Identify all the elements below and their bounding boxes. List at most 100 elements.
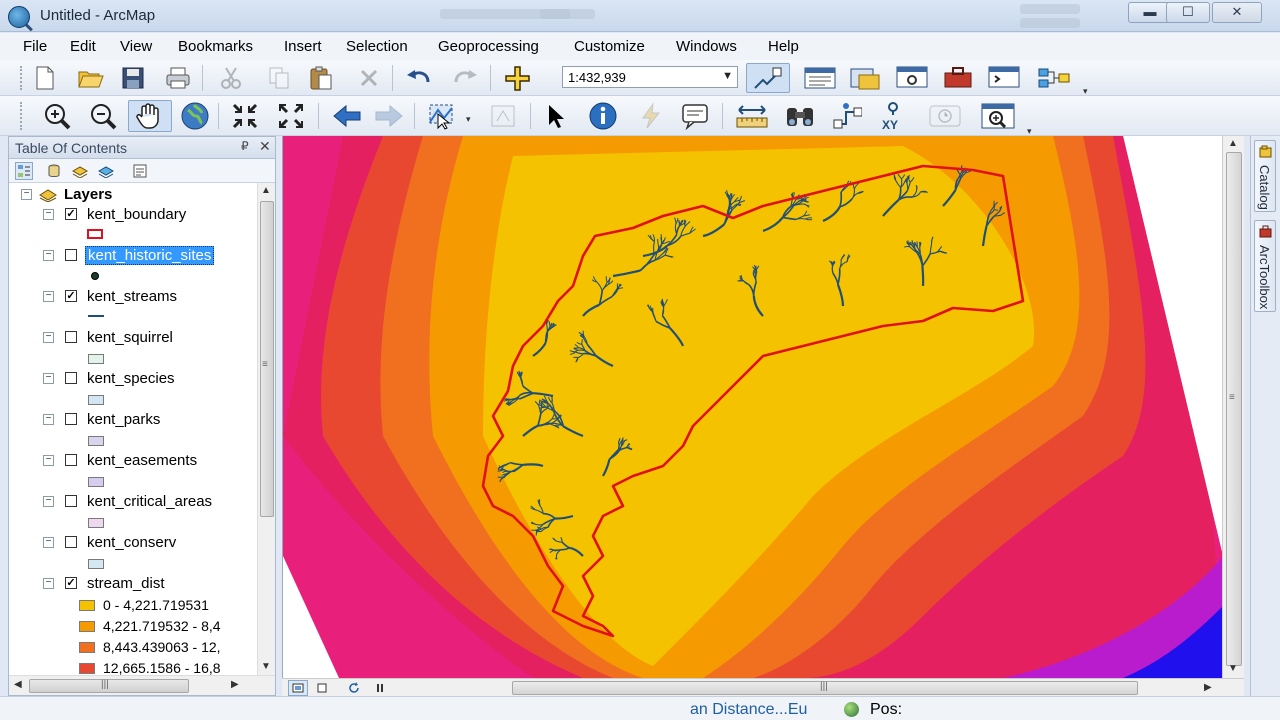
menu-view[interactable]: View	[120, 38, 152, 55]
create-viewer-window-icon[interactable]	[978, 101, 1018, 131]
collapse-icon[interactable]: −	[43, 291, 54, 302]
pause-drawing-icon[interactable]	[370, 680, 390, 696]
layer-visibility-checkbox[interactable]	[65, 536, 77, 548]
previous-extent-arrow-icon[interactable]	[332, 101, 362, 131]
layer-row-kent-historic-sites[interactable]: − kent_historic_sites	[9, 246, 249, 266]
add-data-icon[interactable]	[502, 63, 532, 93]
layer-visibility-checkbox[interactable]: ✓	[65, 290, 77, 302]
scroll-down-icon[interactable]: ▼	[1228, 663, 1238, 674]
kent-species-symbol[interactable]	[88, 395, 104, 405]
copy-icon[interactable]	[264, 63, 294, 93]
layer-visibility-checkbox[interactable]: ✓	[65, 577, 77, 589]
open-folder-icon[interactable]	[76, 63, 106, 93]
print-icon[interactable]	[163, 63, 193, 93]
zoom-out-icon[interactable]	[88, 101, 118, 131]
catalog-tab[interactable]: Catalog	[1254, 140, 1276, 212]
list-by-drawing-order-icon[interactable]	[15, 162, 33, 180]
refresh-icon[interactable]	[344, 680, 364, 696]
layer-row-kent-streams[interactable]: − ✓ kent_streams	[9, 287, 249, 307]
layer-row-kent-boundary[interactable]: − ✓ kent_boundary	[9, 205, 249, 225]
kent-streams-symbol[interactable]	[88, 315, 104, 317]
menu-file[interactable]: File	[23, 38, 47, 55]
hyperlink-lightning-icon[interactable]	[636, 101, 666, 131]
layer-visibility-checkbox[interactable]	[65, 495, 77, 507]
map-canvas[interactable]	[283, 136, 1222, 678]
full-extent-globe-icon[interactable]	[180, 101, 210, 131]
table-of-contents-icon[interactable]	[800, 63, 840, 93]
collapse-icon[interactable]: −	[43, 455, 54, 466]
menu-customize[interactable]: Customize	[574, 38, 645, 55]
toc-vertical-scrollbar[interactable]: ▲ ≡ ▼	[257, 183, 275, 675]
menu-help[interactable]: Help	[768, 38, 799, 55]
select-elements-arrow-icon[interactable]	[540, 101, 570, 131]
layer-row-kent-conserv[interactable]: − kent_conserv	[9, 533, 249, 553]
layer-visibility-checkbox[interactable]	[65, 413, 77, 425]
menu-windows[interactable]: Windows	[676, 38, 737, 55]
list-by-selection-icon[interactable]	[97, 162, 115, 180]
editor-toolbar-icon[interactable]	[746, 63, 790, 93]
toc-options-icon[interactable]	[131, 162, 149, 180]
layer-visibility-checkbox[interactable]	[65, 331, 77, 343]
scroll-right-icon[interactable]: ▶	[1204, 682, 1212, 693]
menu-selection[interactable]: Selection	[346, 38, 408, 55]
search-window-icon[interactable]	[892, 63, 932, 93]
layer-visibility-checkbox[interactable]: ✓	[65, 208, 77, 220]
collapse-icon[interactable]: −	[21, 189, 32, 200]
menu-insert[interactable]: Insert	[284, 38, 322, 55]
collapse-icon[interactable]: −	[43, 537, 54, 548]
collapse-icon[interactable]: −	[43, 414, 54, 425]
close-icon[interactable]: ✕	[259, 138, 271, 155]
collapse-icon[interactable]: −	[43, 209, 54, 220]
data-view-icon[interactable]	[288, 680, 308, 696]
next-extent-arrow-icon[interactable]	[374, 101, 404, 131]
layer-row-kent-squirrel[interactable]: − kent_squirrel	[9, 328, 249, 348]
new-document-icon[interactable]	[30, 63, 60, 93]
arcmap-app-icon[interactable]	[8, 6, 30, 28]
paste-icon[interactable]	[306, 63, 336, 93]
clear-selection-icon[interactable]	[488, 101, 518, 131]
list-by-visibility-icon[interactable]	[71, 162, 89, 180]
fixed-zoom-out-icon[interactable]	[276, 101, 306, 131]
find-binoculars-icon[interactable]	[784, 101, 814, 131]
undo-icon[interactable]	[404, 63, 434, 93]
scroll-down-icon[interactable]: ▼	[261, 661, 271, 672]
layers-root-row[interactable]: − Layers	[9, 185, 249, 205]
kent-historic-sites-symbol[interactable]	[91, 272, 99, 280]
pan-hand-icon[interactable]	[128, 100, 172, 132]
menu-geoprocessing[interactable]: Geoprocessing	[438, 38, 539, 55]
scroll-left-icon[interactable]: ◀	[14, 679, 22, 690]
kent-boundary-symbol[interactable]	[87, 229, 103, 239]
fixed-zoom-in-icon[interactable]	[230, 101, 260, 131]
find-route-icon[interactable]	[832, 101, 862, 131]
layer-row-kent-easements[interactable]: − kent_easements	[9, 451, 249, 471]
select-features-icon[interactable]	[426, 101, 456, 131]
kent-squirrel-symbol[interactable]	[88, 354, 104, 364]
collapse-icon[interactable]: −	[43, 250, 54, 261]
close-button[interactable]: ✕	[1212, 2, 1262, 23]
cut-icon[interactable]	[216, 63, 246, 93]
map-vertical-scrollbar[interactable]: ▲ ≡ ▼	[1222, 136, 1244, 678]
select-features-dropdown-icon[interactable]: ▾	[466, 114, 471, 125]
map-display[interactable]	[282, 136, 1222, 678]
list-by-source-icon[interactable]	[45, 162, 63, 180]
kent-easements-symbol[interactable]	[88, 477, 104, 487]
arctoolbox-tab[interactable]: ArcToolbox	[1254, 220, 1276, 312]
scroll-thumb[interactable]	[1226, 152, 1242, 666]
layer-row-kent-parks[interactable]: − kent_parks	[9, 410, 249, 430]
scroll-right-icon[interactable]: ▶	[231, 679, 239, 690]
save-icon[interactable]	[118, 63, 148, 93]
python-window-icon[interactable]	[984, 63, 1024, 93]
go-to-xy-icon[interactable]: XY	[878, 101, 908, 131]
collapse-icon[interactable]: −	[43, 332, 54, 343]
model-builder-icon[interactable]	[1034, 63, 1074, 93]
layer-row-stream-dist[interactable]: − ✓ stream_dist	[9, 574, 249, 594]
layer-row-kent-species[interactable]: − kent_species	[9, 369, 249, 389]
html-popup-icon[interactable]	[680, 101, 710, 131]
toc-horizontal-scrollbar[interactable]: ◀ ||| ▶	[9, 675, 275, 695]
map-scale-combo[interactable]: 1:432,939 ▼	[562, 66, 738, 88]
kent-critical-areas-symbol[interactable]	[88, 518, 104, 528]
toolbar-grip[interactable]	[20, 102, 26, 130]
menu-bookmarks[interactable]: Bookmarks	[178, 38, 253, 55]
layout-view-icon[interactable]	[312, 680, 332, 696]
identify-info-icon[interactable]	[588, 101, 618, 131]
